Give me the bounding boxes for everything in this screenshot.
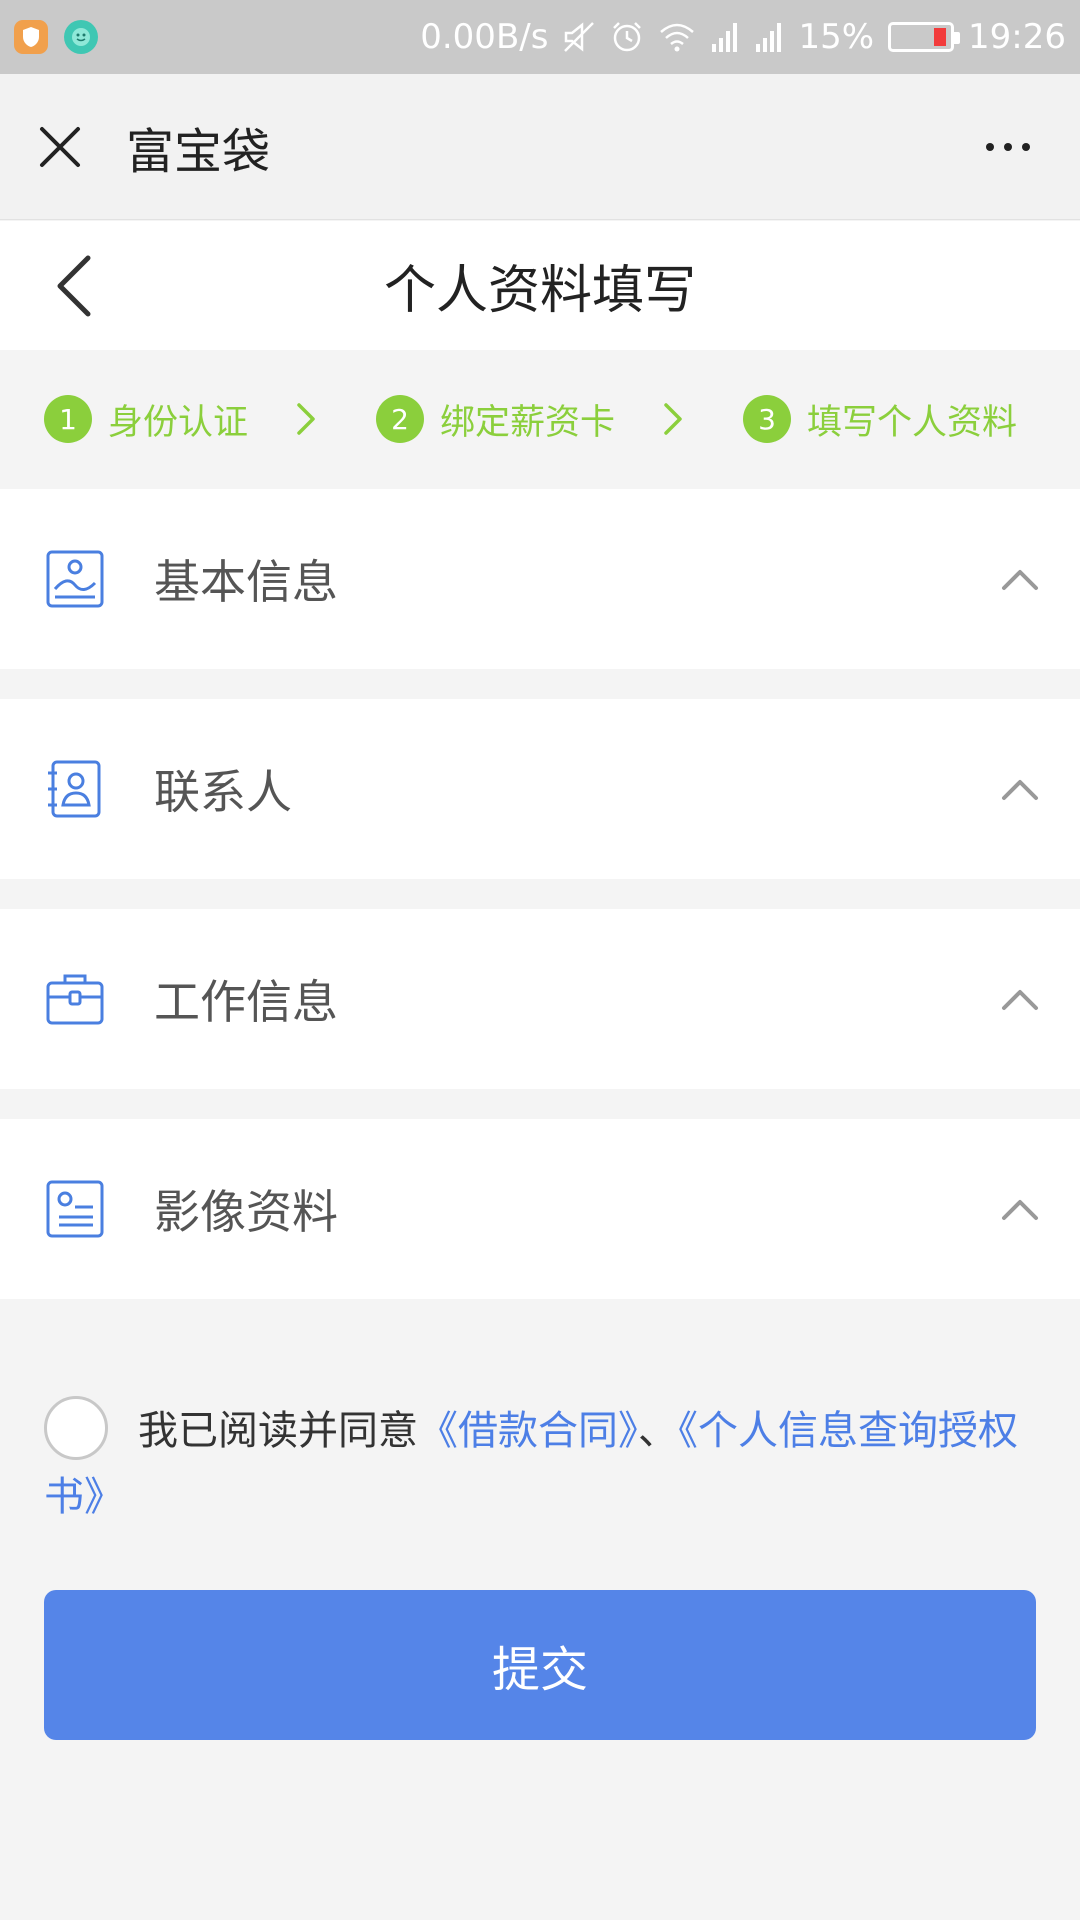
status-bar: 0.00B/s 15% 19:26 bbox=[0, 0, 1080, 74]
alarm-icon bbox=[613, 22, 642, 52]
shield-app-icon bbox=[14, 20, 48, 54]
chevron-right-icon bbox=[296, 402, 316, 436]
section-basic-info[interactable]: 基本信息 bbox=[0, 489, 1080, 669]
section-label: 工作信息 bbox=[154, 975, 338, 1029]
battery-fill bbox=[934, 28, 947, 46]
section-contacts[interactable]: 联系人 bbox=[0, 699, 1080, 879]
loan-contract-link[interactable]: 《借款合同》 bbox=[418, 1408, 638, 1454]
section-label: 联系人 bbox=[154, 765, 292, 819]
chevron-right-icon bbox=[663, 402, 683, 436]
chevron-up-icon bbox=[996, 975, 1044, 1023]
chevron-up-icon bbox=[996, 1185, 1044, 1233]
agreement-separator: 、 bbox=[638, 1408, 678, 1454]
progress-steps: 1 身份认证 2 绑定薪资卡 3 填写个人资料 bbox=[0, 350, 1080, 488]
section-work-info[interactable]: 工作信息 bbox=[0, 909, 1080, 1089]
agreement-checkbox[interactable] bbox=[44, 1396, 108, 1460]
step-number: 2 bbox=[376, 395, 425, 443]
battery-percent: 15% bbox=[798, 17, 875, 57]
briefcase-icon bbox=[44, 968, 106, 1030]
step-personal-info: 3 填写个人资料 bbox=[743, 394, 1017, 445]
step-number: 3 bbox=[743, 395, 792, 443]
contact-book-icon bbox=[44, 758, 106, 820]
step-bind-card: 2 绑定薪资卡 bbox=[376, 394, 615, 445]
step-identity: 1 身份认证 bbox=[44, 394, 248, 445]
agreement-prefix: 我已阅读并同意 bbox=[138, 1408, 418, 1454]
more-dot-icon bbox=[1004, 142, 1012, 151]
battery-icon bbox=[888, 22, 961, 52]
chevron-up-icon bbox=[996, 765, 1044, 813]
close-button[interactable] bbox=[36, 123, 84, 171]
signal-icon-2 bbox=[756, 23, 782, 52]
section-label: 基本信息 bbox=[154, 555, 338, 609]
step-number: 1 bbox=[44, 395, 92, 443]
section-label: 影像资料 bbox=[154, 1185, 338, 1239]
status-bar-indicators: 0.00B/s 15% 19:26 bbox=[420, 17, 1066, 57]
step-label: 填写个人资料 bbox=[807, 402, 1018, 443]
more-dot-icon bbox=[986, 142, 994, 151]
page-header: 个人资料填写 bbox=[0, 221, 1080, 350]
back-button[interactable] bbox=[44, 251, 104, 321]
close-icon bbox=[40, 126, 80, 167]
submit-button[interactable]: 提交 bbox=[44, 1590, 1036, 1740]
signal-icon-1 bbox=[712, 23, 738, 52]
status-bar-app-icons bbox=[14, 20, 98, 54]
chevron-left-icon bbox=[57, 255, 91, 317]
face-app-icon bbox=[64, 20, 98, 54]
step-label: 身份认证 bbox=[108, 402, 249, 443]
image-icon bbox=[44, 548, 106, 610]
clock: 19:26 bbox=[968, 17, 1066, 57]
page-title: 个人资料填写 bbox=[383, 261, 696, 321]
agreement-text: 我已阅读并同意《借款合同》、《个人信息查询授权书》 bbox=[44, 1396, 1044, 1530]
network-speed: 0.00B/s bbox=[420, 17, 549, 57]
section-image-materials[interactable]: 影像资料 bbox=[0, 1119, 1080, 1299]
more-options-button[interactable] bbox=[986, 142, 1044, 151]
id-card-icon bbox=[44, 1178, 106, 1240]
step-label: 绑定薪资卡 bbox=[440, 402, 616, 443]
top-nav-bar: 富宝袋 bbox=[0, 74, 1080, 220]
mute-icon bbox=[564, 22, 595, 52]
wifi-icon bbox=[660, 23, 695, 52]
screen: 0.00B/s 15% 19:26 富宝袋 个人资料填写 1 身份认证 2 绑定… bbox=[0, 0, 1080, 1920]
chevron-up-icon bbox=[996, 555, 1044, 603]
app-title: 富宝袋 bbox=[126, 123, 271, 180]
more-dot-icon bbox=[1022, 142, 1030, 151]
